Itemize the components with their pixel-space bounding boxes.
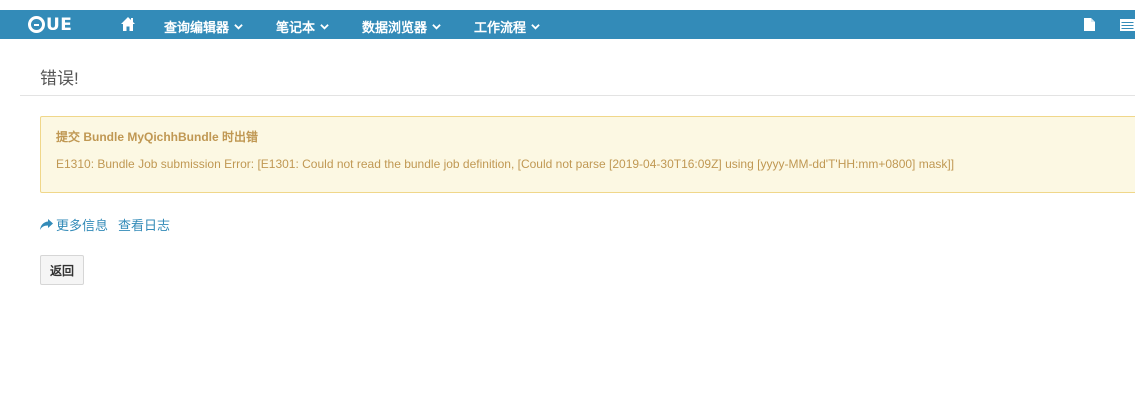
top-strip bbox=[0, 0, 1135, 10]
nav-data-browser-label: 数据浏览器 bbox=[362, 20, 428, 35]
share-icon bbox=[40, 219, 53, 230]
document-icon[interactable] bbox=[1084, 18, 1095, 31]
nav-query-editor-label: 查询编辑器 bbox=[164, 20, 230, 35]
grid-icon[interactable] bbox=[1120, 19, 1135, 31]
nav-notebook[interactable]: 笔记本 bbox=[276, 17, 329, 36]
error-alert: 提交 Bundle MyQichhBundle 时出错 E1310: Bundl… bbox=[40, 116, 1135, 193]
nav-workflows-label: 工作流程 bbox=[474, 20, 527, 35]
top-navbar: UE 查询编辑器 笔记本 数据浏览器 工作流程 bbox=[0, 10, 1135, 39]
nav-notebook-label: 笔记本 bbox=[276, 20, 316, 35]
home-icon[interactable] bbox=[120, 16, 136, 32]
chevron-down-icon bbox=[432, 24, 441, 30]
chevron-down-icon bbox=[531, 24, 540, 30]
alert-message: E1310: Bundle Job submission Error: [E13… bbox=[56, 157, 955, 171]
nav-workflows[interactable]: 工作流程 bbox=[474, 17, 540, 36]
chevron-down-icon bbox=[320, 24, 329, 30]
back-button[interactable]: 返回 bbox=[40, 255, 84, 285]
more-info-link[interactable]: 更多信息 bbox=[56, 215, 108, 234]
hue-logo-text: UE bbox=[46, 14, 73, 35]
view-logs-link[interactable]: 查看日志 bbox=[118, 215, 170, 234]
alert-title: 提交 Bundle MyQichhBundle 时出错 bbox=[56, 130, 259, 144]
hue-logo[interactable]: UE bbox=[28, 14, 72, 35]
action-links: 更多信息 查看日志 bbox=[40, 215, 170, 234]
chevron-down-icon bbox=[234, 24, 243, 30]
nav-query-editor[interactable]: 查询编辑器 bbox=[164, 17, 243, 36]
nav-data-browser[interactable]: 数据浏览器 bbox=[362, 17, 441, 36]
page-header: 错误! bbox=[20, 56, 1135, 96]
hue-logo-mark-icon bbox=[28, 16, 45, 33]
page-title: 错误! bbox=[40, 69, 79, 88]
